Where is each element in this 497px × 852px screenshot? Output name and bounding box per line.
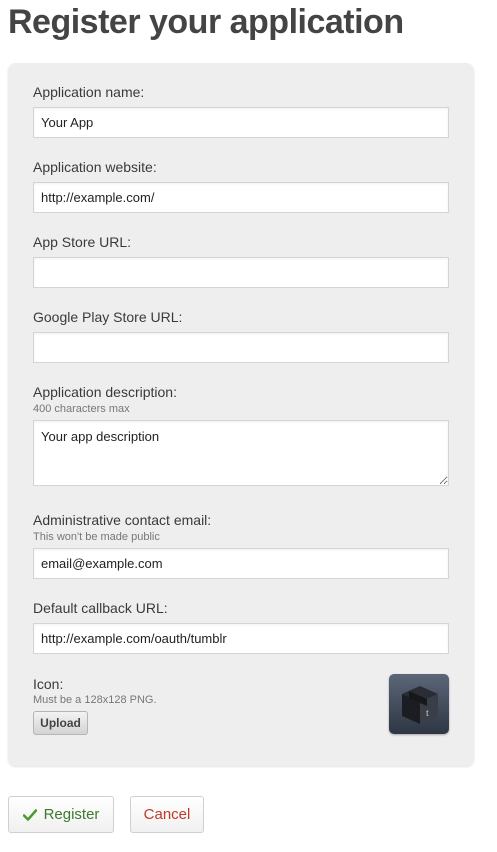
icon-hint: Must be a 128x128 PNG. <box>33 694 157 706</box>
description-hint: 400 characters max <box>33 403 130 415</box>
app-store-url-label: App Store URL: <box>33 234 132 250</box>
register-button-label: Register <box>43 806 100 823</box>
page-title: Register your application <box>8 3 404 41</box>
icon-preview-letter: t <box>426 708 429 719</box>
upload-button[interactable]: Upload <box>33 711 88 735</box>
checkmark-icon <box>22 808 37 821</box>
app-website-label: Application website: <box>33 159 157 175</box>
contact-email-label: Administrative contact email: <box>33 512 212 528</box>
app-name-input[interactable] <box>33 107 449 138</box>
callback-url-label: Default callback URL: <box>33 600 168 616</box>
contact-email-input[interactable] <box>33 548 449 579</box>
contact-email-hint: This won't be made public <box>33 531 160 543</box>
cancel-button[interactable]: Cancel <box>130 796 204 833</box>
app-icon-preview: t <box>389 674 449 734</box>
box-icon: t <box>402 686 438 724</box>
icon-label: Icon: <box>33 676 64 692</box>
google-play-url-input[interactable] <box>33 332 449 363</box>
app-website-input[interactable] <box>33 182 449 213</box>
register-button[interactable]: Register <box>8 796 114 833</box>
cancel-button-label: Cancel <box>143 806 191 823</box>
description-textarea[interactable]: Your app description <box>33 420 449 486</box>
app-name-label: Application name: <box>33 84 145 100</box>
google-play-url-label: Google Play Store URL: <box>33 309 183 325</box>
description-label: Application description: <box>33 384 177 400</box>
callback-url-input[interactable] <box>33 623 449 654</box>
app-store-url-input[interactable] <box>33 257 449 288</box>
